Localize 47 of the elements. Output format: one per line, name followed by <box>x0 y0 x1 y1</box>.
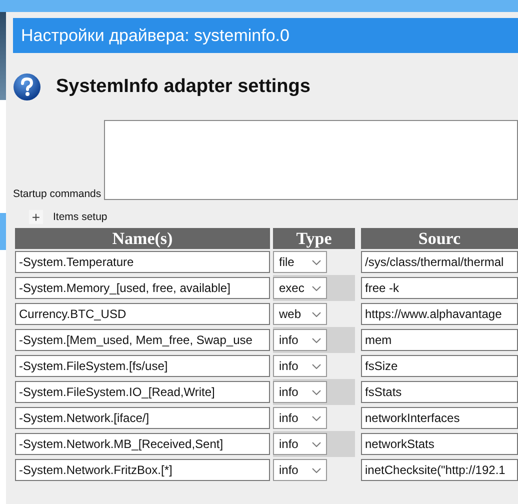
name-field[interactable]: -System.FileSystem.[fs/use] <box>15 355 270 377</box>
chevron-down-icon <box>312 390 321 394</box>
chevron-down-icon <box>312 442 321 446</box>
type-select[interactable]: info <box>273 433 327 455</box>
name-field[interactable]: -System.Network.[iface/] <box>15 407 270 429</box>
chevron-down-icon <box>312 416 321 420</box>
items-setup-label: Items setup <box>53 211 108 223</box>
name-field[interactable]: -System.Memory_[used, free, available] <box>15 277 270 299</box>
source-field[interactable]: mem <box>361 329 518 351</box>
name-field[interactable]: -System.Network.FritzBox.[*] <box>15 459 270 481</box>
name-field[interactable]: Currency.BTC_USD <box>15 303 270 325</box>
type-select[interactable]: info <box>273 355 327 377</box>
type-select[interactable]: exec <box>273 277 327 299</box>
name-field[interactable]: -System.Network.MB_[Received,Sent] <box>15 433 270 455</box>
dialog-title: Настройки драйвера: systeminfo.0 <box>21 26 290 46</box>
expand-button[interactable]: + <box>29 210 43 224</box>
settings-heading: SystemInfo adapter settings <box>56 76 310 98</box>
source-field[interactable]: networkStats <box>361 433 518 455</box>
column-header: Name(s) <box>15 228 270 249</box>
type-select[interactable]: file <box>273 251 327 273</box>
source-field[interactable]: inetChecksite("http://192.1 <box>361 459 518 481</box>
help-icon[interactable] <box>13 73 41 101</box>
source-field[interactable]: free -k <box>361 277 518 299</box>
source-field[interactable]: fsSize <box>361 355 518 377</box>
type-select[interactable]: info <box>273 459 327 481</box>
source-field[interactable]: https://www.alphavantage <box>361 303 518 325</box>
chevron-down-icon <box>312 338 321 342</box>
source-field[interactable]: fsStats <box>361 381 518 403</box>
chevron-down-icon <box>312 260 321 264</box>
column-header: Type <box>273 228 355 249</box>
name-field[interactable]: -System.[Mem_used, Mem_free, Swap_use <box>15 329 270 351</box>
name-field[interactable]: -System.FileSystem.IO_[Read,Write] <box>15 381 270 403</box>
type-select[interactable]: info <box>273 407 327 429</box>
background-window-edge <box>0 213 6 250</box>
source-field[interactable]: /sys/class/thermal/thermal <box>361 251 518 273</box>
startup-commands-field[interactable] <box>104 120 518 200</box>
type-select[interactable]: info <box>273 381 327 403</box>
column-header: Sourc <box>361 228 518 249</box>
source-field[interactable]: networkInterfaces <box>361 407 518 429</box>
type-select[interactable]: web <box>273 303 327 325</box>
chevron-down-icon <box>312 364 321 368</box>
chevron-down-icon <box>312 468 321 472</box>
type-select[interactable]: info <box>273 329 327 351</box>
chevron-down-icon <box>312 286 321 290</box>
chevron-down-icon <box>312 312 321 316</box>
startup-commands-label: Startup commands <box>13 188 102 200</box>
name-field[interactable]: -System.Temperature <box>15 251 270 273</box>
